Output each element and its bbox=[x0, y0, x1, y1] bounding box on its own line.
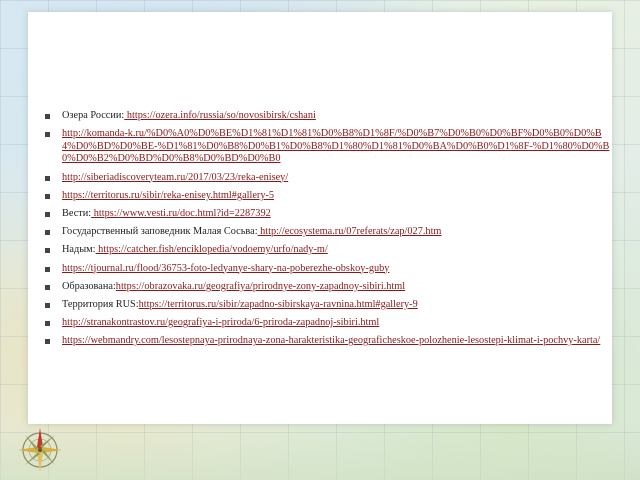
list-item: https://tjournal.ru/flood/36753-foto-led… bbox=[44, 263, 610, 276]
list-item: http://komanda-k.ru/%D0%A0%D0%BE%D1%81%D… bbox=[44, 128, 610, 166]
source-link[interactable]: https://www.vesti.ru/doc.html?id=2287392 bbox=[91, 208, 271, 219]
source-link[interactable]: http://siberiadiscoveryteam.ru/2017/03/2… bbox=[62, 172, 288, 183]
list-item: Озера России: https://ozera.info/russia/… bbox=[44, 110, 610, 123]
map-bottom-band bbox=[0, 424, 640, 480]
list-item: Вести: https://www.vesti.ru/doc.html?id=… bbox=[44, 208, 610, 221]
item-label: Образована: bbox=[62, 280, 116, 292]
source-link[interactable]: https://tjournal.ru/flood/36753-foto-led… bbox=[62, 263, 389, 274]
item-label: Вести: bbox=[62, 207, 92, 219]
list-item: Государственный заповедник Малая Сосьва:… bbox=[44, 226, 610, 239]
list-item: Образована:https://obrazovaka.ru/geograf… bbox=[44, 281, 610, 294]
list-item: http://siberiadiscoveryteam.ru/2017/03/2… bbox=[44, 172, 610, 185]
item-label: Территория RUS: bbox=[62, 298, 139, 310]
list-item: https://territorus.ru/sibir/reka-enisey.… bbox=[44, 190, 610, 203]
item-label: Озера России: bbox=[62, 110, 125, 121]
list-item: Надым: https://catcher.fish/enciklopedia… bbox=[44, 244, 610, 257]
source-link[interactable]: https://ozera.info/russia/so/novosibirsk… bbox=[124, 110, 316, 121]
source-link[interactable]: http://ecosystema.ru/07referats/zap/027.… bbox=[258, 226, 441, 237]
slide: { "items": [ {"label": "Озера России:", … bbox=[0, 0, 640, 480]
source-link[interactable]: http://komanda-k.ru/%D0%A0%D0%BE%D1%81%D… bbox=[62, 128, 609, 164]
item-label: Государственный заповедник Малая Сосьва: bbox=[62, 226, 258, 238]
source-link[interactable]: https://territorus.ru/sibir/reka-enisey.… bbox=[62, 190, 274, 201]
list-item: Территория RUS:https://territorus.ru/sib… bbox=[44, 299, 610, 312]
list-item: https://webmandry.com/lesostepnaya-priro… bbox=[44, 335, 610, 348]
source-link[interactable]: http://stranakontrastov.ru/geografiya-i-… bbox=[62, 317, 379, 328]
list-item: http://stranakontrastov.ru/geografiya-i-… bbox=[44, 317, 610, 330]
source-link[interactable]: https://catcher.fish/enciklopedia/vodoem… bbox=[96, 244, 328, 255]
source-list: Озера России: https://ozera.info/russia/… bbox=[44, 110, 610, 353]
source-link[interactable]: https://webmandry.com/lesostepnaya-priro… bbox=[62, 335, 600, 346]
compass-rose-icon bbox=[18, 428, 62, 472]
source-link[interactable]: https://territorus.ru/sibir/zapadno-sibi… bbox=[139, 299, 418, 310]
item-label: Надым: bbox=[62, 244, 96, 256]
source-link[interactable]: https://obrazovaka.ru/geografiya/prirodn… bbox=[116, 281, 405, 292]
